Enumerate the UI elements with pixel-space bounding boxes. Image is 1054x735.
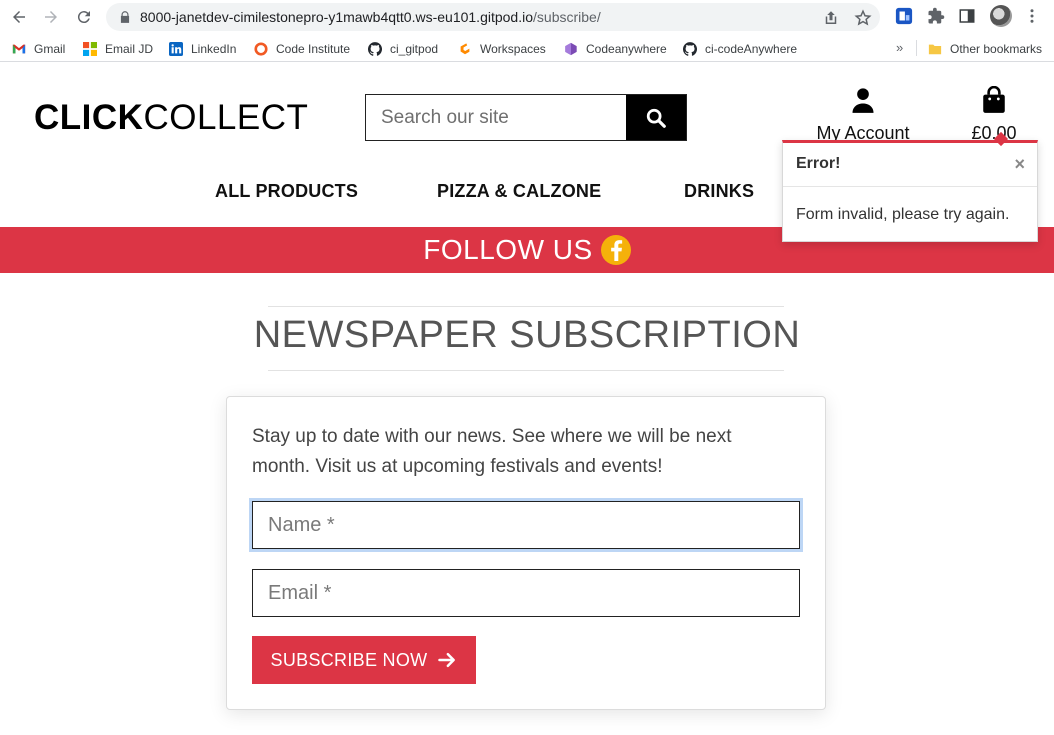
site-logo[interactable]: CLICKCOLLECT: [34, 98, 308, 138]
arrow-right-icon: [438, 652, 456, 668]
forward-button[interactable]: [40, 6, 62, 28]
nav-pizza-calzone[interactable]: PIZZA & CALZONE: [437, 181, 601, 202]
address-bar[interactable]: 8000-janetdev-cimilestonepro-y1mawb4qtt0…: [106, 3, 880, 31]
bookmark-codeanywhere[interactable]: Codeanywhere: [564, 40, 667, 58]
reload-button[interactable]: [73, 6, 95, 28]
email-field[interactable]: [252, 569, 800, 617]
title-divider-bottom: [268, 370, 784, 371]
more-bookmarks-chevron[interactable]: »: [896, 40, 903, 55]
logo-bold-text: CLICK: [34, 98, 144, 137]
side-panel-icon[interactable]: [957, 6, 977, 26]
arrow-right-icon: [45, 11, 57, 23]
follow-us-text: FOLLOW US: [423, 234, 593, 265]
nav-all-products[interactable]: ALL PRODUCTS: [215, 181, 358, 202]
lock-icon: [120, 11, 130, 23]
puzzle-icon[interactable]: [926, 6, 946, 26]
subscribe-button-label: SUBSCRIBE NOW: [270, 649, 428, 670]
nav-drinks[interactable]: DRINKS: [684, 181, 754, 202]
search-icon: [646, 108, 666, 128]
error-toast: Error! × Form invalid, please try again.: [782, 131, 1038, 242]
gmail-icon: [12, 44, 26, 54]
my-account-link[interactable]: My Account: [808, 86, 918, 144]
bookmarks-divider: [916, 40, 917, 56]
bookmark-email-jd[interactable]: Email JD: [83, 40, 153, 58]
browser-toolbar: 8000-janetdev-cimilestonepro-y1mawb4qtt0…: [0, 0, 1054, 34]
microsoft-icon: [83, 42, 97, 56]
site-search: [365, 94, 687, 141]
search-input[interactable]: [366, 95, 626, 140]
shopping-bag-link[interactable]: £0.00: [964, 85, 1024, 144]
bookmark-other[interactable]: Other bookmarks: [928, 40, 1042, 58]
title-divider-top: [268, 306, 784, 307]
github-icon: [683, 42, 697, 56]
codeanywhere-icon: [565, 42, 577, 56]
bookmark-ci-gitpod[interactable]: ci_gitpod: [368, 40, 438, 58]
folder-icon: [928, 44, 942, 55]
extension-icon[interactable]: [894, 6, 914, 26]
toast-header: Error! ×: [783, 143, 1037, 187]
page-title: NEWSPAPER SUBSCRIPTION: [253, 314, 801, 356]
facebook-icon[interactable]: [600, 235, 631, 265]
bookmark-gmail[interactable]: Gmail: [12, 40, 65, 58]
back-button[interactable]: [8, 6, 30, 28]
search-button[interactable]: [626, 95, 686, 140]
linkedin-icon: [169, 42, 183, 56]
intro-text: Stay up to date with our news. See where…: [252, 426, 732, 477]
code-institute-icon: [254, 42, 268, 56]
gitpod-icon: [460, 43, 470, 55]
toast-title: Error!: [796, 155, 841, 172]
logo-light-text: COLLECT: [143, 98, 309, 137]
github-icon: [368, 42, 382, 56]
share-icon[interactable]: [822, 9, 840, 27]
reload-icon: [77, 11, 90, 24]
shopping-bag-icon: [983, 85, 1005, 113]
profile-avatar[interactable]: [990, 5, 1012, 27]
bookmark-workspaces[interactable]: Workspaces: [458, 40, 546, 58]
url-text: 8000-janetdev-cimilestonepro-y1mawb4qtt0…: [140, 9, 601, 25]
subscribe-card: Stay up to date with our news. See where…: [226, 396, 826, 710]
toast-message: Form invalid, please try again.: [796, 206, 1010, 223]
user-icon: [852, 88, 874, 113]
name-field[interactable]: [252, 501, 800, 549]
close-icon[interactable]: ×: [1014, 154, 1025, 175]
more-menu-icon[interactable]: [1022, 6, 1042, 26]
arrow-left-icon: [13, 11, 25, 23]
bookmark-linkedin[interactable]: LinkedIn: [169, 40, 236, 58]
bookmark-ci-codeanywhere[interactable]: ci-codeAnywhere: [683, 40, 797, 58]
subscribe-button[interactable]: SUBSCRIBE NOW: [252, 636, 476, 684]
bookmark-code-institute[interactable]: Code Institute: [254, 40, 350, 58]
bookmark-star-icon[interactable]: [854, 9, 872, 27]
